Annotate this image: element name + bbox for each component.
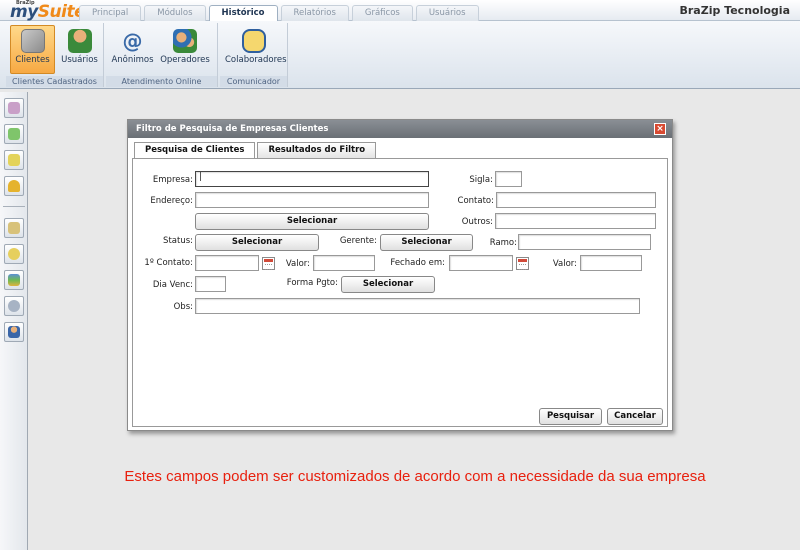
outros-label: Outros: bbox=[461, 217, 493, 227]
dia-venc-input[interactable] bbox=[195, 276, 226, 292]
schedule-icon bbox=[8, 154, 20, 166]
dia-venc-label: Dia Venc: bbox=[152, 280, 193, 290]
empresa-input[interactable]: | bbox=[195, 171, 429, 187]
ramo-input[interactable] bbox=[518, 234, 651, 250]
edit-note-icon bbox=[8, 222, 20, 234]
calendar-icon[interactable] bbox=[262, 257, 275, 270]
valor1-input[interactable] bbox=[313, 255, 375, 271]
endereco-selecionar-button[interactable]: Selecionar bbox=[195, 213, 429, 230]
add-document-icon bbox=[8, 128, 20, 140]
obs-input[interactable] bbox=[195, 298, 640, 314]
ribbon-group-label: Atendimento Online bbox=[106, 76, 217, 87]
clock-icon bbox=[8, 248, 20, 260]
link-icon bbox=[8, 300, 20, 312]
top-bar: BraZip mySuite Principal Módulos Históri… bbox=[0, 0, 800, 22]
dialog-form: Empresa: | Sigla: Endereço: Contato: Sel… bbox=[132, 158, 668, 427]
status-selecionar-button[interactable]: Selecionar bbox=[195, 234, 319, 251]
search-client-icon bbox=[8, 102, 20, 114]
endereco-input[interactable] bbox=[195, 192, 429, 208]
ribbon-group-label: Clientes Cadastrados bbox=[6, 76, 103, 87]
gerente-selecionar-button[interactable]: Selecionar bbox=[380, 234, 473, 251]
pesquisar-button[interactable]: Pesquisar bbox=[539, 408, 602, 425]
ribbon: Clientes Usuários Clientes Cadastrados @… bbox=[0, 21, 800, 89]
filter-dialog: Filtro de Pesquisa de Empresas Clientes … bbox=[127, 119, 673, 431]
ribbon-colaboradores-label: Colaboradores bbox=[225, 55, 287, 65]
bell-icon bbox=[8, 180, 20, 192]
chat-icon bbox=[242, 29, 266, 53]
toolbar-books-button[interactable] bbox=[4, 270, 24, 290]
ribbon-usuarios-button[interactable]: Usuários bbox=[57, 25, 102, 74]
forma-pgto-selecionar-button[interactable]: Selecionar bbox=[341, 276, 435, 293]
contato-input[interactable] bbox=[496, 192, 656, 208]
toolbar-search-client-button[interactable] bbox=[4, 98, 24, 118]
ribbon-group-comunicador: Colaboradores Comunicador bbox=[220, 23, 288, 87]
tab-graficos[interactable]: Gráficos bbox=[351, 5, 413, 21]
toolbar-clock-button[interactable] bbox=[4, 244, 24, 264]
tab-relatorios[interactable]: Relatórios bbox=[280, 5, 349, 21]
ribbon-usuarios-label: Usuários bbox=[61, 55, 98, 65]
obs-label: Obs: bbox=[173, 302, 193, 312]
main-tabs: Principal Módulos Histórico Relatórios G… bbox=[79, 5, 482, 22]
ribbon-clientes-button[interactable]: Clientes bbox=[10, 25, 55, 74]
ribbon-clientes-label: Clientes bbox=[15, 55, 50, 65]
calendar-icon[interactable] bbox=[516, 257, 529, 270]
tab-modulos[interactable]: Módulos bbox=[144, 5, 206, 21]
at-sign-icon: @ bbox=[122, 29, 143, 53]
tab-principal[interactable]: Principal bbox=[79, 5, 142, 21]
tab-historico[interactable]: Histórico bbox=[208, 5, 278, 22]
toolbar-edit-button[interactable] bbox=[4, 218, 24, 238]
valor2-label: Valor: bbox=[552, 259, 577, 269]
toolbar-divider bbox=[3, 206, 25, 207]
empresa-label: Empresa: bbox=[152, 175, 193, 185]
tab-resultados-filtro[interactable]: Resultados do Filtro bbox=[257, 142, 377, 158]
toolbar-link-button[interactable] bbox=[4, 296, 24, 316]
sigla-label: Sigla: bbox=[469, 175, 493, 185]
cancelar-button[interactable]: Cancelar bbox=[607, 408, 663, 425]
ramo-label: Ramo: bbox=[489, 238, 517, 248]
user-icon bbox=[8, 326, 20, 338]
primeiro-contato-input[interactable] bbox=[195, 255, 259, 271]
toolbar-schedule-button[interactable] bbox=[4, 150, 24, 170]
contato-label: Contato: bbox=[457, 196, 494, 206]
status-label: Status: bbox=[163, 236, 193, 246]
ribbon-group-atendimento: @ Anônimos Operadores Atendimento Online bbox=[106, 23, 218, 87]
ribbon-operadores-button[interactable]: Operadores bbox=[157, 25, 213, 74]
primeiro-contato-label: 1º Contato: bbox=[144, 258, 193, 268]
sigla-input[interactable] bbox=[495, 171, 522, 187]
logo-my: my bbox=[10, 2, 38, 22]
outros-input[interactable] bbox=[495, 213, 656, 229]
brand-name: BraZip Tecnologia bbox=[679, 4, 791, 17]
gerente-label: Gerente: bbox=[339, 236, 377, 246]
logo-text: mySuite bbox=[10, 2, 86, 22]
caption-text: Estes campos podem ser customizados de a… bbox=[124, 468, 706, 485]
tab-usuarios[interactable]: Usuários bbox=[415, 5, 479, 21]
ribbon-anonimos-button[interactable]: @ Anônimos bbox=[110, 25, 155, 74]
valor2-input[interactable] bbox=[580, 255, 642, 271]
toolbar-bell-button[interactable] bbox=[4, 176, 24, 196]
ribbon-colaboradores-button[interactable]: Colaboradores bbox=[224, 25, 287, 74]
toolbar-user-button[interactable] bbox=[4, 322, 24, 342]
ribbon-group-label: Comunicador bbox=[220, 76, 287, 87]
close-icon[interactable]: × bbox=[654, 123, 666, 135]
valor1-label: Valor: bbox=[285, 259, 310, 269]
endereco-label: Endereço: bbox=[150, 196, 193, 206]
fechado-em-label: Fechado em: bbox=[390, 258, 445, 268]
books-icon bbox=[8, 274, 20, 286]
ribbon-group-clientes: Clientes Usuários Clientes Cadastrados bbox=[6, 23, 104, 87]
dialog-tabs: Pesquisa de Clientes Resultados do Filtr… bbox=[134, 142, 378, 159]
house-icon bbox=[20, 29, 45, 53]
ribbon-operadores-label: Operadores bbox=[160, 55, 210, 65]
tab-pesquisa-clientes[interactable]: Pesquisa de Clientes bbox=[134, 142, 256, 159]
ribbon-anonimos-label: Anônimos bbox=[111, 55, 154, 65]
toolbar-add-document-button[interactable] bbox=[4, 124, 24, 144]
fechado-em-input[interactable] bbox=[449, 255, 513, 271]
forma-pgto-label: Forma Pgto: bbox=[286, 278, 338, 288]
user-icon bbox=[67, 29, 92, 53]
operators-icon bbox=[173, 29, 197, 53]
dialog-title: Filtro de Pesquisa de Empresas Clientes bbox=[128, 120, 672, 138]
